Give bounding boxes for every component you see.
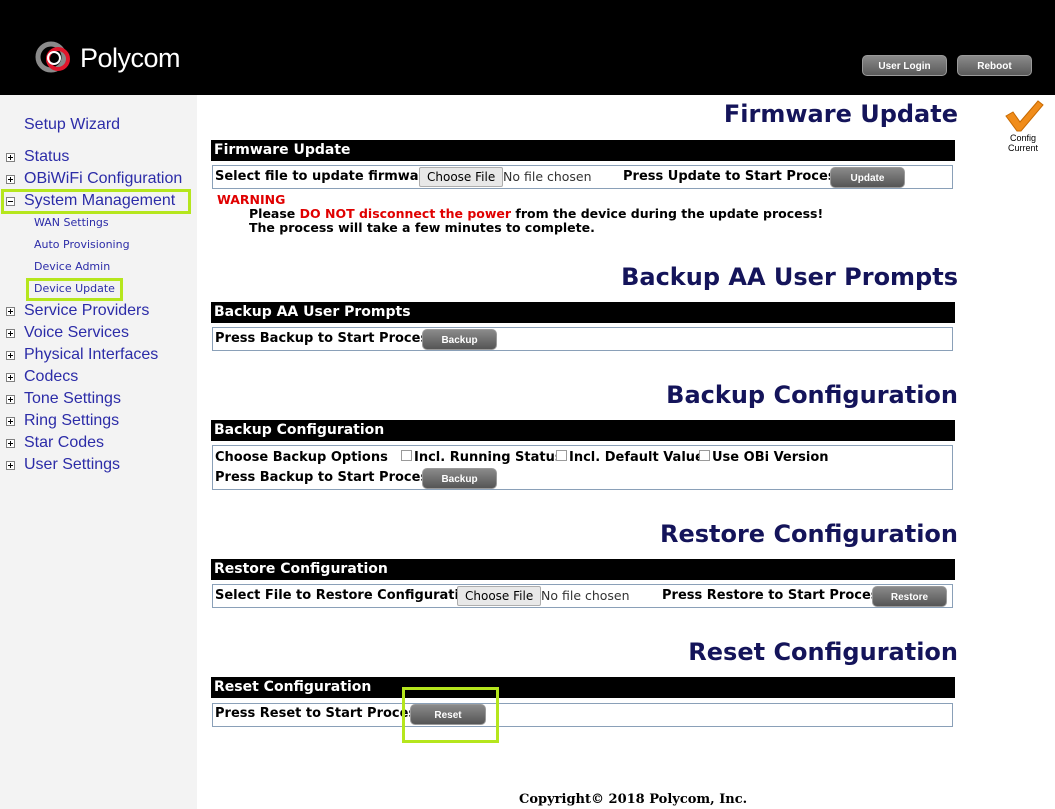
sidebar-item-status[interactable]: Status — [0, 146, 69, 168]
reset-button[interactable]: Reset — [410, 704, 486, 725]
expand-plus-icon[interactable] — [6, 460, 15, 470]
incl-running-status-checkbox[interactable] — [401, 450, 412, 461]
expand-plus-icon[interactable] — [6, 328, 15, 338]
sidebar-item-label: Ring Settings — [24, 412, 120, 429]
expand-plus-icon[interactable] — [6, 416, 15, 426]
polycom-logo: Polycom — [34, 38, 181, 78]
config-current-checkmark-icon — [1005, 100, 1044, 132]
update-button[interactable]: Update — [830, 167, 905, 188]
warning-message-line1: Please DO NOT disconnect the power from … — [249, 206, 823, 221]
press-backup-prompts-label: Press Backup to Start Process — [215, 331, 436, 346]
sidebar-item-label: Status — [24, 148, 70, 165]
backup-config-button[interactable]: Backup — [422, 468, 497, 489]
copyright-footer: Copyright© 2018 Polycom, Inc. — [519, 792, 748, 807]
backup-configuration-heading: Backup Configuration — [666, 381, 958, 409]
config-status-label: Config Current — [1003, 133, 1043, 153]
sidebar-item-obiwifi-configuration[interactable]: OBiWiFi Configuration — [0, 168, 182, 190]
sidebar-item-label: System Management — [24, 192, 176, 209]
incl-default-value-label: Incl. Default Value — [569, 450, 704, 465]
press-reset-label: Press Reset to Start Process — [215, 706, 424, 721]
incl-running-status-label: Incl. Running Status — [414, 450, 563, 465]
sidebar-item-tone-settings[interactable]: Tone Settings — [0, 388, 121, 410]
expand-plus-icon[interactable] — [6, 372, 15, 382]
expand-plus-icon[interactable] — [6, 394, 15, 404]
collapse-minus-icon[interactable] — [6, 196, 15, 206]
reset-configuration-bar: Reset Configuration — [211, 677, 955, 698]
sidebar-item-service-providers[interactable]: Service Providers — [0, 300, 149, 322]
restore-choose-file-button[interactable]: Choose File — [457, 586, 542, 606]
header-bar: Polycom User Login Reboot — [0, 0, 1055, 95]
sidebar-item-label: Physical Interfaces — [24, 346, 159, 363]
incl-default-value-checkbox[interactable] — [556, 450, 567, 461]
press-backup-config-label: Press Backup to Start Process — [215, 470, 436, 485]
sidebar-item-codecs[interactable]: Codecs — [0, 366, 78, 388]
backup-options-label: Choose Backup Options — [215, 450, 388, 465]
firmware-update-heading: Firmware Update — [723, 100, 958, 128]
firmware-choose-file-button[interactable]: Choose File — [419, 167, 504, 187]
backup-prompts-bar: Backup AA User Prompts — [211, 302, 955, 323]
expand-plus-icon[interactable] — [6, 174, 15, 184]
restore-no-file-text: No file chosen — [541, 588, 630, 603]
sidebar-item-label: Tone Settings — [24, 390, 121, 407]
select-firmware-label: Select file to update firmware — [215, 169, 434, 184]
reboot-button[interactable]: Reboot — [957, 55, 1032, 76]
expand-plus-icon[interactable] — [6, 306, 15, 316]
sidebar-item-label: Voice Services — [24, 324, 129, 341]
use-obi-version-label: Use OBi Version — [712, 450, 829, 465]
press-restore-label: Press Restore to Start Process — [662, 588, 887, 603]
config-status-line2: Current — [1007, 143, 1038, 153]
sidebar-item-physical-interfaces[interactable]: Physical Interfaces — [0, 344, 158, 366]
sidebar-item-label: Codecs — [24, 368, 79, 385]
sidebar-item-user-settings[interactable]: User Settings — [0, 454, 120, 476]
sidebar-item-label: Star Codes — [24, 434, 105, 451]
warning-text-pre: Please — [249, 206, 300, 221]
restore-configuration-heading: Restore Configuration — [659, 520, 958, 548]
backup-configuration-bar: Backup Configuration — [211, 420, 955, 441]
sidebar-item-system-management[interactable]: System Management — [0, 190, 175, 212]
sidebar-item-label: OBiWiFi Configuration — [24, 170, 183, 187]
select-restore-file-label: Select File to Restore Configuration — [215, 588, 478, 603]
sidebar-item-ring-settings[interactable]: Ring Settings — [0, 410, 119, 432]
sidebar-subitem-device-admin[interactable]: Device Admin — [34, 259, 110, 275]
config-status-line1: Config — [1009, 133, 1036, 143]
expand-plus-icon[interactable] — [6, 350, 15, 360]
sidebar-subitem-wan-settings[interactable]: WAN Settings — [34, 215, 109, 231]
sidebar-subitem-device-update[interactable]: Device Update — [34, 281, 115, 297]
warning-text-post: from the device during the update proces… — [511, 206, 824, 221]
firmware-no-file-text: No file chosen — [503, 169, 592, 184]
backup-prompts-button[interactable]: Backup — [422, 329, 497, 350]
warning-title: WARNING — [217, 192, 286, 207]
sidebar-item-star-codes[interactable]: Star Codes — [0, 432, 104, 454]
brand-name: Polycom — [80, 42, 181, 73]
sidebar-subitem-auto-provisioning[interactable]: Auto Provisioning — [34, 237, 130, 253]
setup-wizard-link[interactable]: Setup Wizard — [24, 114, 120, 136]
reset-configuration-heading: Reset Configuration — [688, 638, 958, 666]
warning-text-emphasis: DO NOT disconnect the power — [299, 206, 512, 221]
warning-message-line2: The process will take a few minutes to c… — [249, 220, 595, 235]
polycom-logo-icon — [35, 41, 70, 73]
expand-plus-icon[interactable] — [6, 152, 15, 162]
press-update-label: Press Update to Start Process — [623, 169, 844, 184]
user-login-button[interactable]: User Login — [862, 55, 947, 76]
restore-button[interactable]: Restore — [872, 586, 947, 607]
restore-configuration-bar: Restore Configuration — [211, 559, 955, 580]
backup-prompts-heading: Backup AA User Prompts — [621, 263, 958, 291]
sidebar-item-voice-services[interactable]: Voice Services — [0, 322, 129, 344]
use-obi-version-checkbox[interactable] — [699, 450, 710, 461]
sidebar-item-label: User Settings — [24, 456, 121, 473]
firmware-update-bar: Firmware Update — [211, 140, 955, 161]
expand-plus-icon[interactable] — [6, 438, 15, 448]
sidebar-item-label: Service Providers — [24, 302, 150, 319]
page: Polycom User Login Reboot Setup Wizard S… — [0, 0, 1055, 809]
